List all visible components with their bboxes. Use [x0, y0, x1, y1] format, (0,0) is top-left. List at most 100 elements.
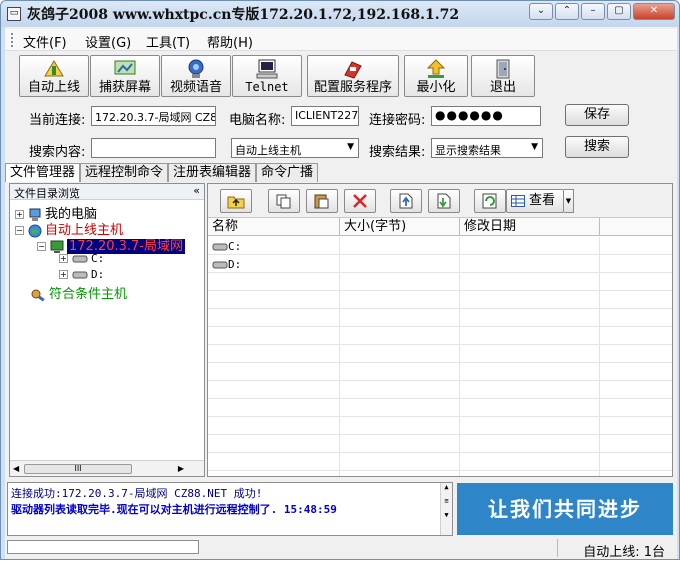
scrollbar-thumb[interactable]: ≡: [441, 497, 452, 505]
column-modified[interactable]: 修改日期: [460, 218, 600, 236]
tab-file-manager[interactable]: 文件管理器: [5, 163, 81, 182]
minimize-tool-button[interactable]: 最小化: [404, 55, 468, 97]
scroll-down-icon[interactable]: ▼: [441, 511, 452, 519]
main-window: ▭ 灰鸽子2008 www.whxtpc.cn专版172.20.1.72,192…: [0, 0, 680, 560]
users-search-icon: [31, 289, 45, 302]
tab-command-broadcast[interactable]: 命令广播: [256, 163, 319, 182]
download-icon: [437, 193, 451, 209]
refresh-button[interactable]: [474, 189, 506, 213]
window-controls: ⌄ ⌃ – ▢ ✕: [529, 3, 675, 20]
minimize-download-icon: [426, 59, 446, 78]
capture-screen-button[interactable]: 捕获屏幕: [90, 55, 160, 97]
search-result-select[interactable]: 显示搜索结果 ▼: [431, 138, 543, 158]
column-name[interactable]: 名称: [208, 218, 340, 236]
log-scrollbar[interactable]: ▲ ≡ ▼: [440, 483, 452, 535]
auto-online-button[interactable]: 自动上线: [19, 55, 89, 97]
upload-icon: [399, 193, 413, 209]
telnet-icon: [256, 59, 278, 79]
tree-horizontal-scrollbar[interactable]: ◀ III ▶: [10, 460, 204, 476]
view-dropdown-icon[interactable]: ▼: [564, 189, 574, 213]
webcam-icon: [188, 59, 204, 78]
scroll-up-icon[interactable]: ⌃: [555, 3, 579, 20]
current-connection-field[interactable]: 172.20.3.7-局域网 CZ88: [91, 106, 216, 126]
up-folder-button[interactable]: [220, 189, 252, 213]
app-icon[interactable]: ▭: [7, 7, 21, 21]
progress-bar: [7, 540, 199, 554]
connection-row: 当前连接: 172.20.3.7-局域网 CZ88 电脑名称: ICLIENT2…: [17, 104, 667, 130]
video-voice-button[interactable]: 视频语音: [161, 55, 231, 97]
pc-name-label: 电脑名称:: [229, 113, 286, 128]
refresh-icon: [482, 193, 497, 209]
search-content-label: 搜索内容:: [29, 145, 86, 160]
title-bar[interactable]: ▭ 灰鸽子2008 www.whxtpc.cn专版172.20.1.72,192…: [1, 1, 679, 27]
copy-button[interactable]: [268, 189, 300, 213]
password-field[interactable]: ●●●●●●: [431, 106, 541, 126]
pc-name-field[interactable]: ICLIENT22777: [291, 106, 359, 126]
search-result-value: 显示搜索结果: [435, 144, 501, 157]
expand-icon[interactable]: +: [59, 254, 68, 263]
log-output[interactable]: 连接成功:172.20.3.7-局域网 CZ88.NET 成功! 驱动器列表读取…: [7, 482, 453, 536]
tree-label-drive-c: C:: [91, 252, 105, 265]
collapse-icon[interactable]: «: [193, 184, 200, 197]
banner: 让我们共同进步: [457, 483, 673, 535]
delete-icon: [353, 194, 367, 208]
expand-icon[interactable]: +: [15, 210, 24, 219]
search-scope-value: 自动上线主机: [235, 144, 301, 157]
client-area: 文件(F) 设置(G) 工具(T) 帮助(H) 自动上线 捕获屏幕 视频语音 T…: [5, 27, 677, 560]
delete-button[interactable]: [344, 189, 376, 213]
scroll-left-icon[interactable]: ◀: [13, 464, 19, 473]
collapse-node-icon[interactable]: −: [37, 242, 46, 251]
directory-tree-panel: 文件目录浏览 « + 我的电脑 − 自动上线主机 −172.20.3.7-局域网 +…: [9, 183, 205, 477]
chevron-down-icon: ▼: [347, 142, 354, 152]
table-row[interactable]: C:: [208, 237, 672, 255]
password-label: 连接密码:: [369, 113, 426, 128]
scrollbar-thumb[interactable]: III: [24, 464, 132, 474]
menu-help[interactable]: 帮助(H): [207, 32, 253, 51]
tree-item-drive-d[interactable]: + D:: [59, 267, 104, 282]
menu-file[interactable]: 文件(F): [23, 32, 67, 51]
telnet-button[interactable]: Telnet: [232, 55, 302, 97]
table-row[interactable]: D:: [208, 255, 672, 273]
scroll-right-icon[interactable]: ▶: [178, 464, 184, 473]
status-bar: 自动上线: 1台: [5, 538, 677, 560]
video-voice-label: 视频语音: [169, 80, 222, 95]
scroll-down-icon[interactable]: ⌄: [529, 3, 553, 20]
auto-online-count: 自动上线: 1台: [583, 545, 665, 560]
column-size[interactable]: 大小(字节): [340, 218, 460, 236]
tree-item-matching-hosts[interactable]: 符合条件主机: [30, 283, 127, 302]
tab-remote-commands[interactable]: 远程控制命令: [80, 163, 169, 182]
minimize-button[interactable]: –: [581, 3, 605, 20]
search-result-label: 搜索结果:: [369, 145, 426, 160]
drive-icon: [212, 243, 228, 250]
scroll-up-icon[interactable]: ▲: [441, 483, 452, 491]
paste-button[interactable]: [306, 189, 338, 213]
tree-label-drive-d: D:: [91, 268, 105, 281]
menu-settings[interactable]: 设置(G): [85, 32, 131, 51]
search-scope-select[interactable]: 自动上线主机 ▼: [231, 138, 359, 158]
minimize-tool-label: 最小化: [416, 80, 456, 95]
menu-tools[interactable]: 工具(T): [146, 32, 190, 51]
tree-header: 文件目录浏览 «: [10, 184, 204, 200]
search-row: 搜索内容: 自动上线主机 ▼ 搜索结果: 显示搜索结果 ▼ 搜索: [17, 136, 667, 162]
auto-online-icon: [44, 60, 64, 77]
config-server-button[interactable]: 配置服务程序: [307, 55, 399, 97]
collapse-node-icon[interactable]: −: [15, 226, 24, 235]
tab-registry-editor[interactable]: 注册表编辑器: [168, 163, 257, 182]
auto-online-label: 自动上线: [27, 80, 80, 95]
upload-button[interactable]: [390, 189, 422, 213]
row-name: C:: [228, 240, 242, 253]
grid-view-icon: [511, 195, 525, 207]
exit-button[interactable]: 退出: [471, 55, 535, 97]
paste-icon: [314, 194, 329, 209]
tree-item-drive-c[interactable]: + C:: [59, 251, 104, 266]
maximize-button[interactable]: ▢: [607, 3, 631, 20]
close-button[interactable]: ✕: [633, 3, 675, 20]
expand-icon[interactable]: +: [59, 270, 68, 279]
config-server-label: 配置服务程序: [313, 80, 392, 95]
search-button[interactable]: 搜索: [565, 136, 629, 158]
download-button[interactable]: [428, 189, 460, 213]
save-button[interactable]: 保存: [565, 104, 629, 126]
view-button[interactable]: 查看: [506, 189, 564, 213]
file-list-body: C: D:: [208, 237, 672, 476]
search-content-input[interactable]: [91, 138, 216, 158]
